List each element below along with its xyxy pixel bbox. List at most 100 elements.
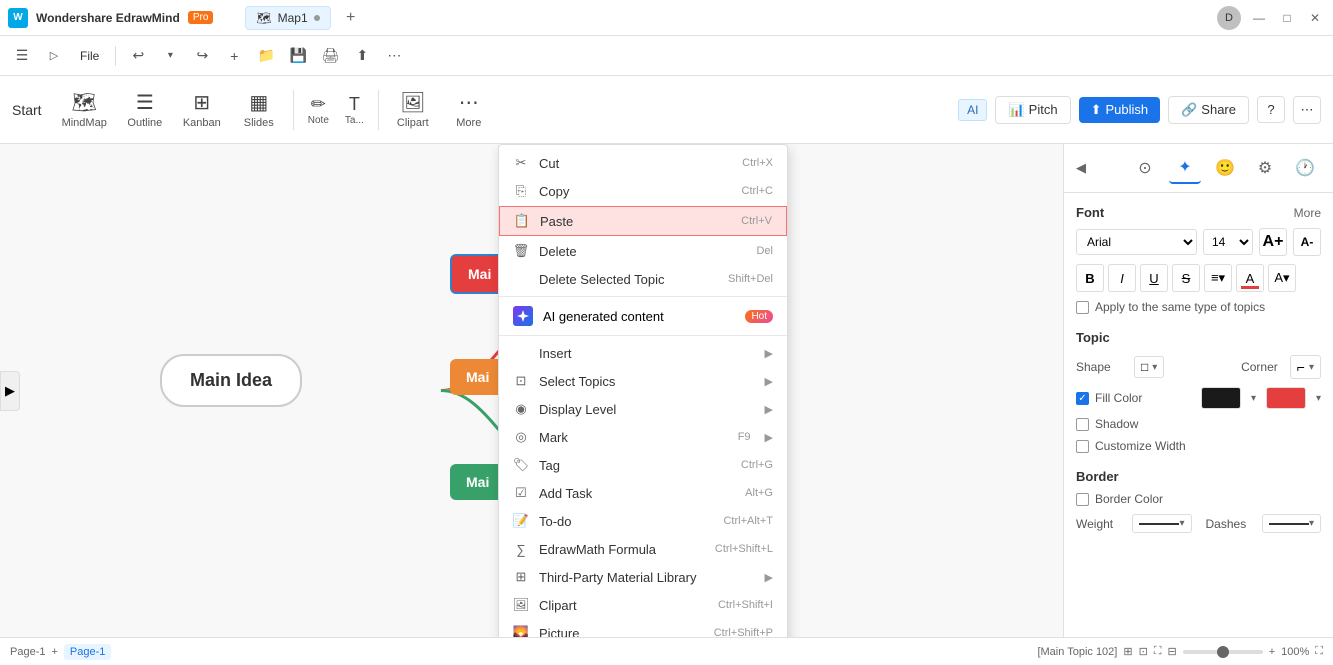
close-button[interactable]: ✕ — [1305, 8, 1325, 28]
more-options-button[interactable]: ⋯ — [1293, 96, 1321, 124]
add-page-button[interactable]: + — [51, 646, 57, 658]
grid-icon[interactable]: ⊡ — [1139, 645, 1148, 658]
share-button[interactable]: 🔗 Share — [1168, 96, 1249, 124]
ctx-delete-selected-label: Delete Selected Topic — [539, 272, 718, 287]
panel-tab-style[interactable]: ✦ — [1169, 152, 1201, 184]
ctx-edrawmath[interactable]: ∑ EdrawMath Formula Ctrl+Shift+L — [499, 535, 787, 563]
ctx-clipart-label: Clipart — [539, 598, 708, 613]
ctx-ai-content[interactable]: AI generated content Hot — [499, 300, 787, 332]
kanban-tool[interactable]: ⊞ Kanban — [175, 86, 229, 133]
highlight-button[interactable]: A▾ — [1268, 264, 1296, 292]
ctx-tag-shortcut: Ctrl+G — [741, 459, 773, 471]
ctx-add-task-label: Add Task — [539, 486, 735, 501]
zoom-level: 100% — [1281, 646, 1309, 658]
zoom-slider[interactable] — [1183, 650, 1263, 654]
maximize-button[interactable]: □ — [1277, 8, 1297, 28]
weight-select[interactable]: ▾ — [1132, 514, 1192, 533]
apply-same-checkbox[interactable] — [1076, 301, 1089, 314]
ctx-select-topics-arrow: ▶ — [765, 375, 773, 388]
ctx-paste[interactable]: 📋 Paste Ctrl+V — [499, 206, 787, 236]
shape-select[interactable]: □ ▾ — [1134, 356, 1164, 378]
fill-color-black-swatch[interactable] — [1201, 387, 1241, 409]
file-menu[interactable]: File — [72, 45, 107, 67]
sidebar-toggle[interactable]: ☰ — [8, 42, 36, 70]
ctx-picture[interactable]: 🌄 Picture Ctrl+Shift+P — [499, 619, 787, 637]
title-bar: W Wondershare EdrawMind Pro 🗺 Map1 + D —… — [0, 0, 1333, 36]
panel-tab-settings[interactable]: ⚙ — [1249, 152, 1281, 184]
ctx-copy[interactable]: ⎘ Copy Ctrl+C — [499, 177, 787, 205]
more-tool[interactable]: ⋯ More — [443, 86, 495, 133]
slides-tool[interactable]: ▦ Slides — [233, 86, 285, 133]
new-button[interactable]: + — [220, 42, 248, 70]
border-color-checkbox[interactable] — [1076, 493, 1089, 506]
open-button[interactable]: 📁 — [252, 42, 280, 70]
ctx-clipart[interactable]: 🖼 Clipart Ctrl+Shift+I — [499, 591, 787, 619]
ctx-mark[interactable]: ◎ Mark F9 ▶ — [499, 423, 787, 451]
topic-tool[interactable]: T Ta... — [339, 90, 370, 130]
font-size-select[interactable]: 14 — [1203, 229, 1253, 255]
ctx-insert-label: Insert — [539, 346, 755, 361]
font-section-title: Font — [1076, 205, 1104, 220]
add-tab-button[interactable]: + — [339, 6, 363, 30]
ctx-cut[interactable]: ✂ Cut Ctrl+X — [499, 149, 787, 177]
corner-select[interactable]: ⌐ ▾ — [1290, 355, 1321, 379]
canvas[interactable]: ▶ Main Idea Mai Mai Mai — [0, 144, 1063, 637]
main-idea-node[interactable]: Main Idea — [160, 354, 302, 407]
redo-button[interactable]: ↪ — [188, 42, 216, 70]
panel-tab-clock[interactable]: 🕐 — [1289, 152, 1321, 184]
italic-button[interactable]: I — [1108, 264, 1136, 292]
pitch-button[interactable]: 📊 Pitch — [995, 96, 1070, 124]
ctx-delete[interactable]: 🗑 Delete Del — [499, 237, 787, 265]
ctx-select-topics[interactable]: ⊡ Select Topics ▶ — [499, 367, 787, 395]
note-tool[interactable]: ✏ Note — [302, 90, 335, 130]
save-button[interactable]: 💾 — [284, 42, 312, 70]
fullscreen-icon[interactable]: ⛶ — [1154, 645, 1162, 658]
expand-icon[interactable]: ▷ — [40, 42, 68, 70]
panel-tab-shape[interactable]: ⊙ — [1129, 152, 1161, 184]
bold-button[interactable]: B — [1076, 264, 1104, 292]
ctx-third-party[interactable]: ⊞ Third-Party Material Library ▶ — [499, 563, 787, 591]
ctx-todo[interactable]: 📝 To-do Ctrl+Alt+T — [499, 507, 787, 535]
toolbar-separator-1 — [293, 90, 294, 130]
ctx-insert[interactable]: Insert ▶ — [499, 339, 787, 367]
underline-button[interactable]: U — [1140, 264, 1168, 292]
clipart-tool[interactable]: 🖼 Clipart — [387, 86, 439, 133]
font-name-select[interactable]: Arial — [1076, 229, 1197, 255]
font-color-button[interactable]: A — [1236, 264, 1264, 292]
zoom-expand-icon[interactable]: ⛶ — [1315, 645, 1323, 658]
undo-dropdown[interactable]: ▾ — [156, 42, 184, 70]
fill-color-checkbox[interactable]: ✓ — [1076, 392, 1089, 405]
fit-icon[interactable]: ⊞ — [1123, 645, 1132, 658]
panel-tab-emoji[interactable]: 🙂 — [1209, 152, 1241, 184]
shadow-checkbox[interactable] — [1076, 418, 1089, 431]
outline-tool[interactable]: ☰ Outline — [119, 86, 171, 133]
ctx-delete-selected[interactable]: Delete Selected Topic Shift+Del — [499, 265, 787, 293]
undo-button[interactable]: ↩ — [124, 42, 152, 70]
customize-width-checkbox[interactable] — [1076, 440, 1089, 453]
fill-color-label: Fill Color — [1095, 391, 1195, 405]
align-button[interactable]: ≡▾ — [1204, 264, 1232, 292]
font-increase-button[interactable]: A+ — [1259, 228, 1287, 256]
strikethrough-button[interactable]: S — [1172, 264, 1200, 292]
export-button[interactable]: ⬆ — [348, 42, 376, 70]
dashes-select[interactable]: ▾ — [1262, 514, 1322, 533]
map-tab[interactable]: 🗺 Map1 — [245, 6, 330, 30]
fill-color-red-swatch[interactable] — [1266, 387, 1306, 409]
help-button[interactable]: ? — [1257, 96, 1285, 123]
current-page-item[interactable]: Page-1 — [64, 644, 111, 660]
panel-toggle-button[interactable]: ◀ — [1076, 160, 1086, 176]
font-decrease-button[interactable]: A- — [1293, 228, 1321, 256]
publish-button[interactable]: ⬆ Publish — [1079, 97, 1161, 123]
mindmap-tool[interactable]: 🗺 MindMap — [54, 86, 115, 133]
user-avatar[interactable]: D — [1217, 6, 1241, 30]
mindmap-label: MindMap — [62, 117, 107, 129]
ctx-display-level[interactable]: ◉ Display Level ▶ — [499, 395, 787, 423]
font-section-more[interactable]: More — [1294, 206, 1321, 220]
panel-collapse-button[interactable]: ▶ — [0, 371, 20, 411]
layout-icon[interactable]: ⊟ — [1168, 645, 1177, 658]
print-button[interactable]: 🖨 — [316, 42, 344, 70]
more-actions[interactable]: ⋯ — [380, 42, 408, 70]
ctx-add-task[interactable]: ☑ Add Task Alt+G — [499, 479, 787, 507]
ctx-tag[interactable]: 🏷 Tag Ctrl+G — [499, 451, 787, 479]
minimize-button[interactable]: — — [1249, 8, 1269, 28]
